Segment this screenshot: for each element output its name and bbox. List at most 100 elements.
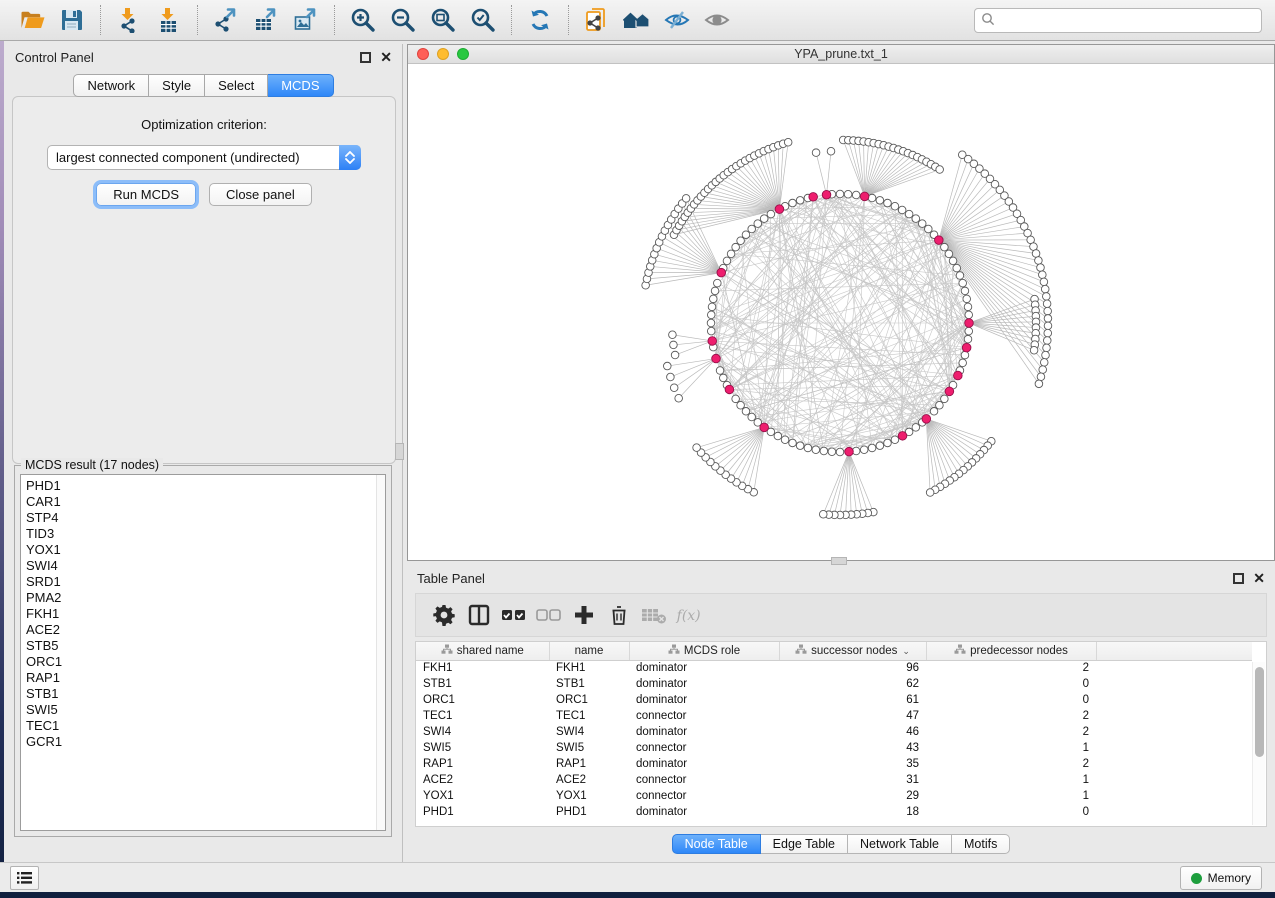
search-input[interactable] (1000, 14, 1255, 28)
table-row[interactable]: ACE2ACE2connector311 (416, 772, 1252, 788)
column-header-successor-nodes[interactable]: successor nodes⌄ (779, 642, 926, 660)
table-scrollbar[interactable] (1252, 662, 1265, 825)
shared-name-cell[interactable]: ACE2 (416, 772, 549, 788)
mcds-role-cell[interactable]: connector (629, 788, 779, 804)
tab-mcds[interactable]: MCDS (268, 74, 333, 97)
gear-icon[interactable] (430, 601, 458, 629)
show-selected-icon[interactable] (702, 5, 732, 35)
columns-icon[interactable] (465, 601, 493, 629)
result-list-item[interactable]: STP4 (21, 510, 385, 526)
shared-name-cell[interactable]: SWI4 (416, 724, 549, 740)
name-cell[interactable]: TEC1 (549, 708, 629, 724)
vertical-splitter-handle[interactable] (395, 443, 404, 460)
result-list-item[interactable]: TID3 (21, 526, 385, 542)
name-cell[interactable]: SWI4 (549, 724, 629, 740)
export-network-icon[interactable] (211, 5, 241, 35)
name-cell[interactable]: SWI5 (549, 740, 629, 756)
name-cell[interactable]: ACE2 (549, 772, 629, 788)
column-header-MCDS-role[interactable]: MCDS role (629, 642, 779, 660)
predecessor-nodes-cell[interactable]: 2 (926, 756, 1096, 772)
close-panel-button[interactable]: Close panel (209, 183, 312, 206)
add-icon[interactable] (570, 601, 598, 629)
table-scrollbar-thumb[interactable] (1255, 667, 1264, 757)
list-icon[interactable] (10, 866, 39, 890)
predecessor-nodes-cell[interactable]: 0 (926, 804, 1096, 820)
mcds-role-cell[interactable]: connector (629, 772, 779, 788)
tab-edge-table[interactable]: Edge Table (761, 834, 848, 854)
table-row[interactable]: STB1STB1dominator620 (416, 676, 1252, 692)
table-row[interactable]: ORC1ORC1dominator610 (416, 692, 1252, 708)
zoom-in-icon[interactable] (348, 5, 378, 35)
shared-name-cell[interactable]: STB1 (416, 676, 549, 692)
shared-name-cell[interactable]: RAP1 (416, 756, 549, 772)
horizontal-splitter-handle[interactable] (831, 557, 847, 565)
shared-name-cell[interactable]: SWI5 (416, 740, 549, 756)
column-header-predecessor-nodes[interactable]: predecessor nodes (926, 642, 1096, 660)
successor-nodes-cell[interactable]: 43 (779, 740, 926, 756)
successor-nodes-cell[interactable]: 18 (779, 804, 926, 820)
predecessor-nodes-cell[interactable]: 1 (926, 788, 1096, 804)
share-document-icon[interactable] (582, 5, 612, 35)
result-list-item[interactable]: SRD1 (21, 574, 385, 590)
successor-nodes-cell[interactable]: 47 (779, 708, 926, 724)
result-list-item[interactable]: ORC1 (21, 654, 385, 670)
import-table-icon[interactable] (154, 5, 184, 35)
zoom-out-icon[interactable] (388, 5, 418, 35)
result-list-item[interactable]: TEC1 (21, 718, 385, 734)
predecessor-nodes-cell[interactable]: 2 (926, 724, 1096, 740)
result-list-item[interactable]: STB5 (21, 638, 385, 654)
run-mcds-button[interactable]: Run MCDS (96, 183, 196, 206)
column-header-shared-name[interactable]: shared name (416, 642, 549, 660)
mcds-role-cell[interactable]: connector (629, 740, 779, 756)
shared-name-cell[interactable]: ORC1 (416, 692, 549, 708)
mcds-role-cell[interactable]: dominator (629, 660, 779, 676)
mcds-role-cell[interactable]: connector (629, 708, 779, 724)
hide-selected-icon[interactable] (662, 5, 692, 35)
successor-nodes-cell[interactable]: 29 (779, 788, 926, 804)
successor-nodes-cell[interactable]: 31 (779, 772, 926, 788)
tab-motifs[interactable]: Motifs (952, 834, 1010, 854)
home-icon[interactable] (622, 5, 652, 35)
tab-network[interactable]: Network (73, 74, 149, 97)
result-list-item[interactable]: SWI4 (21, 558, 385, 574)
close-icon[interactable]: ✕ (1253, 573, 1265, 584)
import-network-icon[interactable] (114, 5, 144, 35)
table-row[interactable]: FKH1FKH1dominator962 (416, 660, 1252, 676)
network-graph[interactable] (408, 64, 1274, 560)
shared-name-cell[interactable]: TEC1 (416, 708, 549, 724)
float-icon[interactable] (360, 52, 371, 63)
predecessor-nodes-cell[interactable]: 0 (926, 676, 1096, 692)
unselect-all-icon[interactable] (535, 601, 563, 629)
select-all-icon[interactable] (500, 601, 528, 629)
result-list-item[interactable]: PHD1 (21, 478, 385, 494)
result-list-item[interactable]: GCR1 (21, 734, 385, 750)
tab-select[interactable]: Select (205, 74, 268, 97)
result-list-item[interactable]: PMA2 (21, 590, 385, 606)
close-icon[interactable]: ✕ (380, 52, 392, 63)
zoom-selected-icon[interactable] (468, 5, 498, 35)
name-cell[interactable]: FKH1 (549, 660, 629, 676)
table-row[interactable]: SWI4SWI4dominator462 (416, 724, 1252, 740)
delete-icon[interactable] (605, 601, 633, 629)
shared-name-cell[interactable]: FKH1 (416, 660, 549, 676)
open-folder-icon[interactable] (17, 5, 47, 35)
predecessor-nodes-cell[interactable]: 2 (926, 708, 1096, 724)
result-list-item[interactable]: RAP1 (21, 670, 385, 686)
tab-style[interactable]: Style (149, 74, 205, 97)
refresh-icon[interactable] (525, 5, 555, 35)
successor-nodes-cell[interactable]: 61 (779, 692, 926, 708)
zoom-fit-icon[interactable] (428, 5, 458, 35)
successor-nodes-cell[interactable]: 62 (779, 676, 926, 692)
name-cell[interactable]: YOX1 (549, 788, 629, 804)
name-cell[interactable]: RAP1 (549, 756, 629, 772)
result-list-item[interactable]: CAR1 (21, 494, 385, 510)
mcds-result-list[interactable]: PHD1CAR1STP4TID3YOX1SWI4SRD1PMA2FKH1ACE2… (20, 474, 386, 831)
predecessor-nodes-cell[interactable]: 0 (926, 692, 1096, 708)
result-list-item[interactable]: FKH1 (21, 606, 385, 622)
export-table-icon[interactable] (251, 5, 281, 35)
name-cell[interactable]: PHD1 (549, 804, 629, 820)
result-list-item[interactable]: SWI5 (21, 702, 385, 718)
table-row[interactable]: PHD1PHD1dominator180 (416, 804, 1252, 820)
mcds-role-cell[interactable]: dominator (629, 804, 779, 820)
result-list-item[interactable]: STB1 (21, 686, 385, 702)
